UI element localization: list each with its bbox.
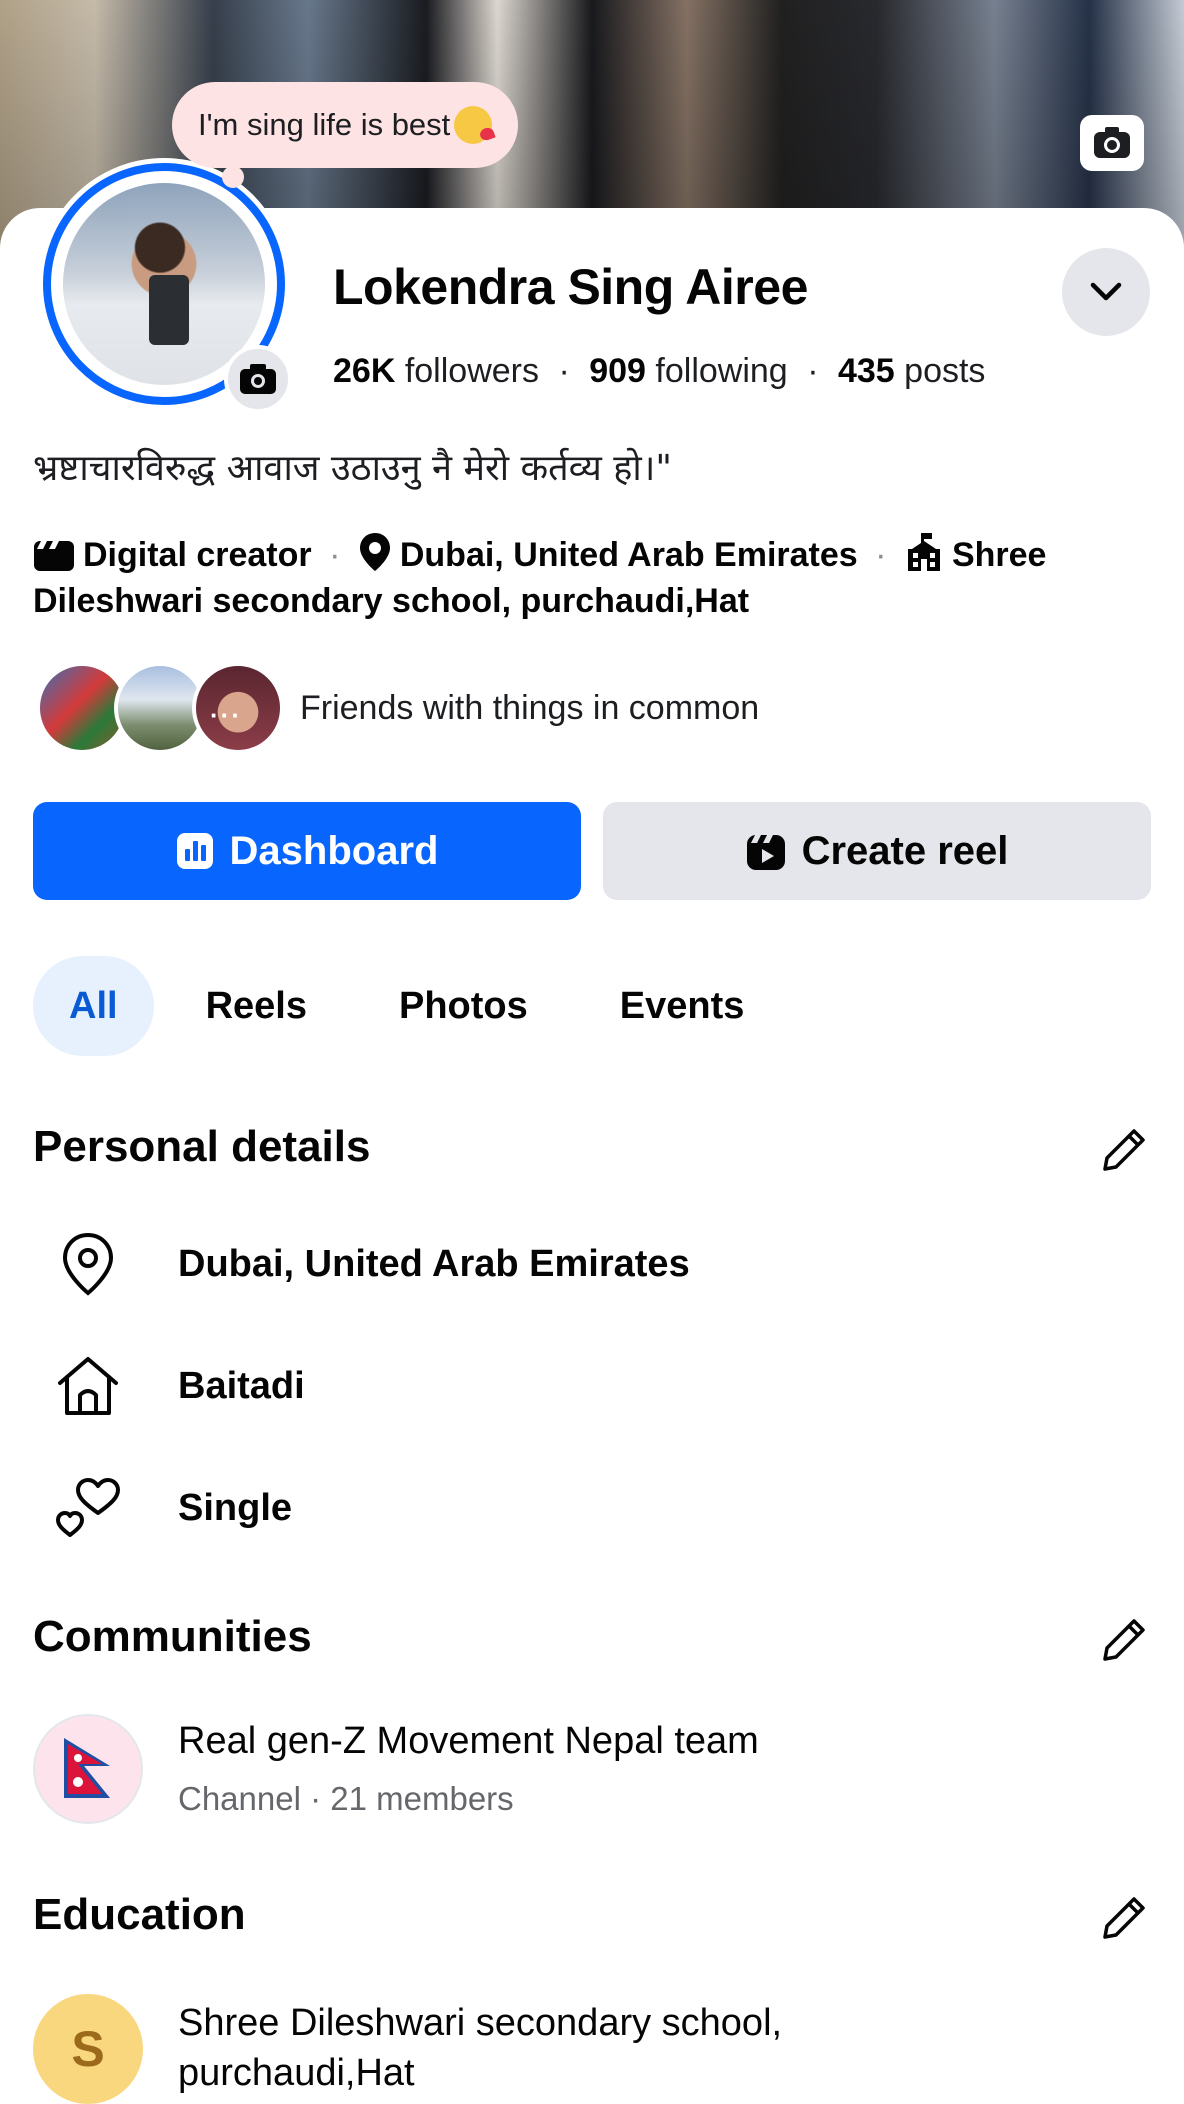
profile-stats: 26K followers · 909 following · 435 post… — [333, 352, 985, 391]
community-name[interactable]: Real gen-Z Movement Nepal team — [178, 1720, 759, 1763]
detail-text: Baitadi — [178, 1364, 305, 1407]
community-meta: Channel · 21 members — [178, 1780, 514, 1817]
detail-hometown: Baitadi — [52, 1346, 305, 1426]
create-reel-button[interactable]: Create reel — [603, 802, 1151, 900]
note-tail — [222, 166, 244, 188]
profile-bio: भ्रष्टाचारविरुद्ध आवाज उठाउनु नै मेरो कर… — [33, 448, 672, 489]
intro-location: Dubai, United Arab Emirates — [348, 533, 867, 574]
create-reel-label: Create reel — [801, 828, 1009, 873]
location-pin-icon — [52, 1228, 124, 1300]
intro-separator: · — [875, 536, 887, 574]
profile-menu-button[interactable] — [1062, 248, 1150, 336]
profile-note[interactable]: I'm sing life is best — [172, 82, 519, 168]
intro-separator: · — [329, 536, 341, 574]
personal-details-title: Personal details — [33, 1122, 371, 1171]
avatar-camera-button[interactable] — [224, 345, 292, 413]
community-avatar[interactable] — [33, 1714, 143, 1824]
hearts-icon — [52, 1472, 124, 1544]
profile-name: Lokendra Sing Airee — [333, 259, 808, 315]
followers-label[interactable]: followers — [405, 352, 539, 390]
profile-tabs: All Reels Photos Events — [33, 956, 796, 1056]
location-pin-icon — [359, 533, 390, 571]
tab-photos[interactable]: Photos — [359, 956, 568, 1056]
intro-school-continued: Dileshwari secondary school, purchaudi,H… — [33, 582, 750, 620]
detail-current-city: Dubai, United Arab Emirates — [52, 1224, 690, 1304]
reel-icon — [746, 831, 786, 871]
pencil-icon — [1103, 1619, 1145, 1661]
bar-chart-icon — [176, 832, 214, 870]
edit-personal-details-button[interactable] — [1098, 1124, 1150, 1176]
more-friends-indicator: ··· — [210, 700, 242, 730]
home-icon — [52, 1350, 124, 1422]
detail-text: Single — [178, 1486, 293, 1529]
following-count[interactable]: 909 — [589, 352, 646, 390]
camera-icon — [240, 364, 276, 394]
intro-category: Digital creator — [33, 536, 321, 574]
posts-count: 435 — [837, 352, 895, 390]
posts-label: posts — [904, 352, 986, 390]
school-avatar[interactable]: S — [33, 1994, 143, 2104]
cover-camera-button[interactable] — [1080, 115, 1144, 171]
pencil-icon — [1103, 1129, 1145, 1171]
friends-in-common-text: Friends with things in common — [300, 688, 760, 727]
edit-education-button[interactable] — [1098, 1892, 1150, 1944]
intro-school: Shree — [894, 533, 1046, 574]
followers-count[interactable]: 26K — [333, 352, 395, 390]
pencil-icon — [1103, 1897, 1145, 1939]
tab-events[interactable]: Events — [580, 956, 785, 1056]
school-building-icon — [907, 533, 940, 571]
stats-separator: · — [807, 352, 819, 390]
detail-text: Dubai, United Arab Emirates — [178, 1242, 690, 1285]
chevron-down-icon — [1090, 282, 1122, 301]
following-label[interactable]: following — [655, 352, 787, 390]
tab-all[interactable]: All — [33, 956, 154, 1056]
education-title: Education — [33, 1890, 246, 1939]
friend-avatar: ··· — [192, 662, 284, 754]
tab-reels[interactable]: Reels — [166, 956, 347, 1056]
camera-icon — [1094, 127, 1130, 158]
profile-intro: Digital creator · Dubai, United Arab Emi… — [33, 532, 1153, 624]
communities-title: Communities — [33, 1612, 312, 1661]
kiss-emoji-icon — [454, 106, 493, 144]
stats-separator: · — [558, 352, 570, 390]
note-text: I'm sing life is best — [198, 107, 451, 142]
dashboard-label: Dashboard — [229, 828, 439, 873]
edit-communities-button[interactable] — [1098, 1614, 1150, 1666]
clapperboard-icon — [34, 541, 74, 571]
nepal-flag-icon — [64, 1738, 110, 1798]
detail-relationship: Single — [52, 1468, 292, 1548]
mutual-friends-row[interactable]: ··· Friends with things in common — [36, 662, 759, 754]
school-name[interactable]: Shree Dileshwari secondary school, purch… — [178, 1998, 938, 2098]
dashboard-button[interactable]: Dashboard — [33, 802, 581, 900]
